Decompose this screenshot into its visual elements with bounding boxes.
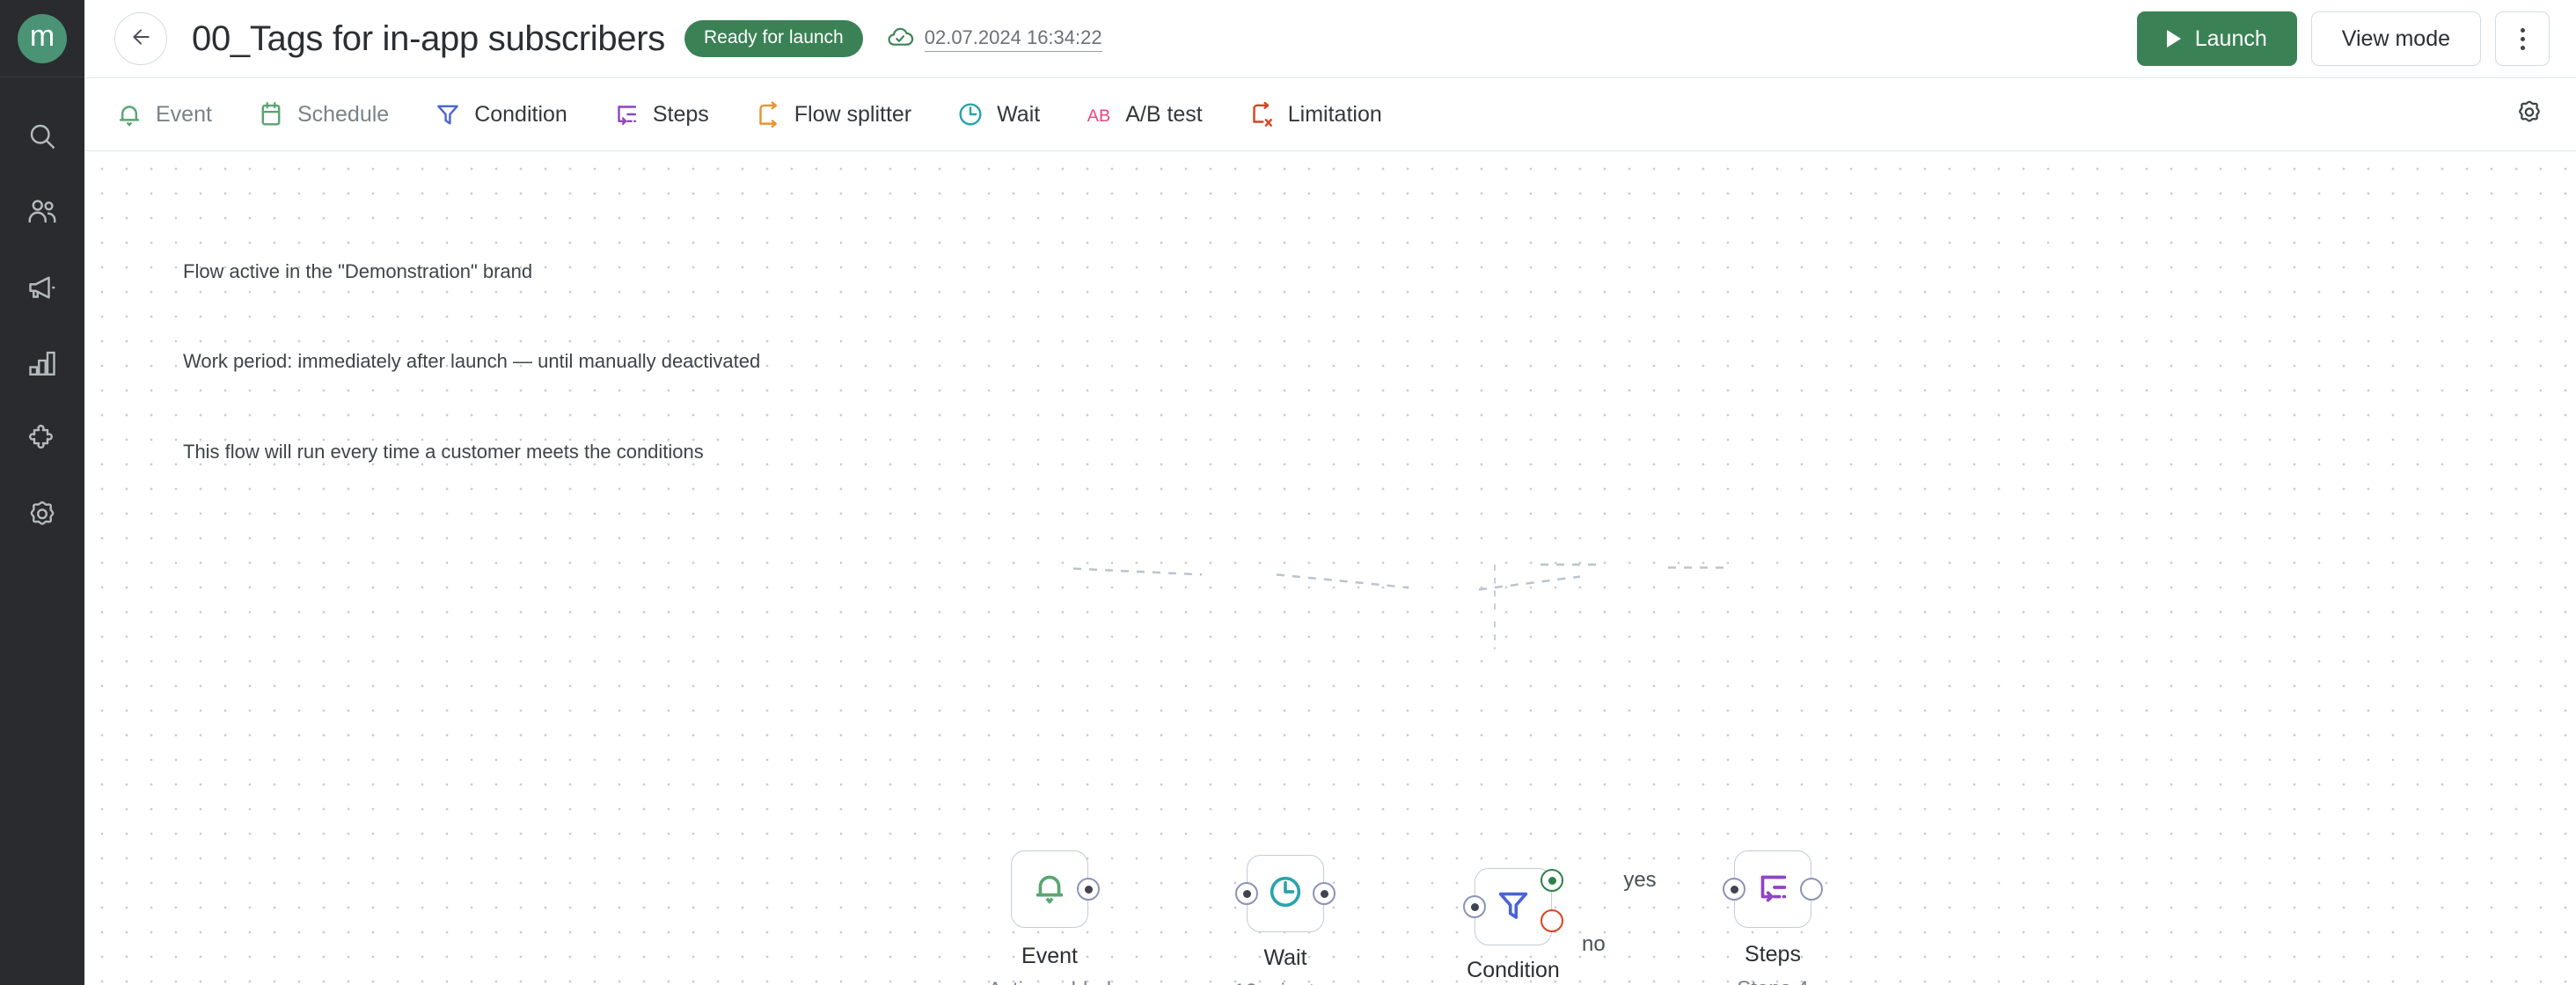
flow-node-condition-input-port[interactable] bbox=[1463, 895, 1486, 918]
search-icon bbox=[26, 120, 58, 157]
calendar-icon bbox=[256, 99, 286, 129]
toolbar-label-ab-test: A/B test bbox=[1125, 101, 1203, 127]
flow-node-event-subtitle: Action added bbox=[988, 978, 1111, 985]
launch-button-label: Launch bbox=[2194, 26, 2267, 51]
svg-text:AB: AB bbox=[1087, 106, 1110, 126]
block-toolbar: Event Schedule Condition Steps Flow spli… bbox=[84, 77, 2576, 151]
toolbar-label-steps: Steps bbox=[652, 101, 709, 127]
page-header: 00_Tags for in-app subscribers Ready for… bbox=[84, 0, 2576, 77]
sidebar-item-search[interactable] bbox=[0, 100, 84, 176]
sidebar-item-settings[interactable] bbox=[0, 478, 84, 554]
more-options-button[interactable] bbox=[2495, 11, 2550, 66]
toolbar-item-event[interactable]: Event bbox=[114, 99, 235, 129]
bell-icon bbox=[114, 99, 144, 129]
cloud-check-icon bbox=[886, 23, 914, 55]
app-logo[interactable]: m bbox=[0, 0, 84, 77]
bell-icon bbox=[1029, 867, 1070, 912]
main-area: 00_Tags for in-app subscribers Ready for… bbox=[84, 0, 2576, 985]
puzzle-icon bbox=[26, 423, 58, 459]
toolbar-item-wait[interactable]: Wait bbox=[955, 99, 1063, 129]
gear-icon bbox=[2515, 98, 2543, 131]
megaphone-icon bbox=[26, 272, 58, 308]
toolbar-label-condition: Condition bbox=[474, 101, 567, 127]
clock-icon bbox=[955, 99, 985, 129]
flow-node-steps-subtitle: Steps 4 bbox=[1737, 977, 1808, 985]
clock-icon bbox=[1265, 872, 1306, 916]
edge-label-no: no bbox=[1582, 932, 1606, 956]
limit-arrow-icon bbox=[1247, 99, 1277, 129]
left-sidebar: m bbox=[0, 0, 84, 985]
flow-node-steps-title: Steps bbox=[1745, 942, 1801, 967]
status-badge: Ready for launch bbox=[684, 20, 863, 57]
page-title: 00_Tags for in-app subscribers bbox=[192, 18, 665, 58]
funnel-icon bbox=[1493, 885, 1533, 930]
edge-label-yes: yes bbox=[1623, 868, 1657, 892]
sidebar-item-integrations[interactable] bbox=[0, 403, 84, 478]
launch-button[interactable]: Launch bbox=[2136, 11, 2297, 66]
toolbar-settings-button[interactable] bbox=[2509, 94, 2550, 135]
split-arrow-icon bbox=[753, 99, 783, 129]
saved-indicator: 02.07.2024 16:34:22 bbox=[886, 23, 1102, 55]
flow-node-event-output-port[interactable] bbox=[1077, 878, 1100, 901]
toolbar-label-flow-splitter: Flow splitter bbox=[794, 101, 912, 127]
toolbar-label-wait: Wait bbox=[997, 101, 1041, 127]
flow-node-wait-input-port[interactable] bbox=[1235, 882, 1258, 905]
toolbar-item-flow-splitter[interactable]: Flow splitter bbox=[753, 99, 934, 129]
flow-node-condition-no-port[interactable] bbox=[1540, 909, 1563, 932]
funnel-icon bbox=[433, 99, 463, 129]
flow-canvas[interactable]: Flow active in the "Demonstration" brand… bbox=[84, 151, 2576, 985]
sidebar-item-analytics[interactable] bbox=[0, 327, 84, 403]
saved-timestamp[interactable]: 02.07.2024 16:34:22 bbox=[924, 26, 1102, 52]
toolbar-label-limitation: Limitation bbox=[1287, 101, 1382, 127]
flow-node-wait-subtitle: 10 minutes bbox=[1233, 980, 1336, 985]
steps-icon bbox=[1753, 867, 1793, 912]
flow-node-steps-output-port[interactable] bbox=[1800, 878, 1823, 901]
toolbar-item-steps[interactable]: Steps bbox=[611, 99, 732, 129]
flow-diagram: Event Action added Wait 10 minutes bbox=[84, 151, 2576, 985]
bar-chart-icon bbox=[26, 347, 58, 383]
flow-connectors bbox=[1072, 563, 1730, 650]
sidebar-nav bbox=[0, 100, 84, 554]
steps-icon bbox=[611, 99, 641, 129]
play-icon bbox=[2166, 30, 2181, 47]
flow-node-condition-title: Condition bbox=[1467, 958, 1560, 982]
toolbar-item-condition[interactable]: Condition bbox=[433, 99, 590, 129]
view-mode-button[interactable]: View mode bbox=[2310, 11, 2481, 66]
back-button[interactable] bbox=[114, 12, 167, 65]
flow-node-wait-output-port[interactable] bbox=[1313, 882, 1336, 905]
toolbar-item-schedule[interactable]: Schedule bbox=[256, 99, 412, 129]
toolbar-item-limitation[interactable]: Limitation bbox=[1247, 99, 1405, 129]
toolbar-label-schedule: Schedule bbox=[296, 101, 390, 127]
logo-letter: m bbox=[18, 13, 67, 63]
toolbar-label-event: Event bbox=[156, 101, 212, 127]
sidebar-item-audience[interactable] bbox=[0, 176, 84, 252]
more-vertical-icon bbox=[2520, 27, 2525, 33]
flow-node-condition-yes-port[interactable] bbox=[1540, 869, 1563, 892]
gear-icon bbox=[26, 499, 58, 535]
app-root: m 00_Tags for in-app subscribers Ready f… bbox=[0, 0, 2576, 985]
arrow-left-icon bbox=[129, 26, 152, 53]
ab-test-icon: AB bbox=[1084, 99, 1114, 129]
flow-node-steps-input-port[interactable] bbox=[1723, 878, 1745, 901]
flow-node-wait-title: Wait bbox=[1263, 945, 1307, 970]
toolbar-item-ab-test[interactable]: AB A/B test bbox=[1084, 99, 1226, 129]
users-icon bbox=[26, 196, 58, 232]
sidebar-item-campaigns[interactable] bbox=[0, 252, 84, 327]
flow-node-event-title: Event bbox=[1021, 944, 1078, 968]
